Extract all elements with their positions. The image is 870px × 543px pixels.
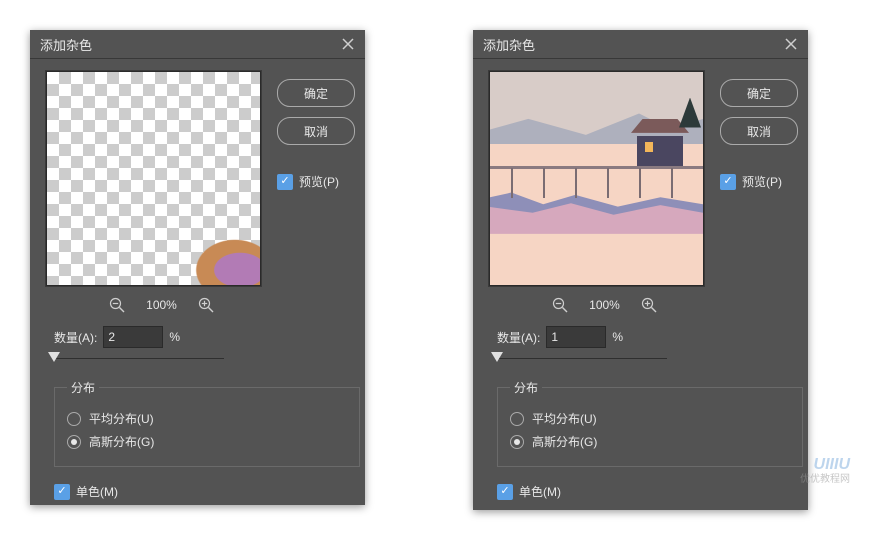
mono-checkbox[interactable] [54,484,70,500]
add-noise-dialog-left: 添加杂色 100% 确定 取消 [30,30,365,505]
amount-unit: % [169,330,180,344]
preview-image [46,71,261,286]
mono-checkbox[interactable] [497,484,513,500]
amount-unit: % [612,330,623,344]
radio-uniform-label: 平均分布(U) [89,410,154,427]
zoom-out-icon[interactable] [551,296,569,314]
radio-icon [67,412,81,426]
amount-input[interactable] [103,326,163,348]
radio-uniform[interactable]: 平均分布(U) [510,410,790,427]
distribution-legend: 分布 [67,379,99,396]
amount-slider[interactable] [497,358,667,359]
radio-icon [510,412,524,426]
watermark: UIIIU 优优教程网 [800,456,850,485]
radio-icon [67,435,81,449]
amount-label: 数量(A): [54,329,97,346]
slider-thumb-icon[interactable] [48,352,60,362]
preview-checkbox-label: 预览(P) [299,173,339,190]
radio-uniform[interactable]: 平均分布(U) [67,410,347,427]
distribution-legend: 分布 [510,379,542,396]
zoom-out-icon[interactable] [108,296,126,314]
radio-uniform-label: 平均分布(U) [532,410,597,427]
mono-label: 单色(M) [519,483,561,500]
distribution-group: 分布 平均分布(U) 高斯分布(G) [54,379,360,467]
amount-input[interactable] [546,326,606,348]
amount-label: 数量(A): [497,329,540,346]
add-noise-dialog-right: 添加杂色 [473,30,808,510]
dialog-title: 添加杂色 [483,35,782,54]
distribution-group: 分布 平均分布(U) 高斯分布(G) [497,379,803,467]
zoom-value: 100% [146,298,177,312]
cancel-button[interactable]: 取消 [720,117,798,145]
radio-gaussian[interactable]: 高斯分布(G) [67,433,347,450]
mono-label: 单色(M) [76,483,118,500]
radio-gaussian[interactable]: 高斯分布(G) [510,433,790,450]
close-icon[interactable] [339,35,357,53]
preview-checkbox[interactable] [277,174,293,190]
titlebar: 添加杂色 [30,30,365,59]
zoom-in-icon[interactable] [197,296,215,314]
preview-checkbox-label: 预览(P) [742,173,782,190]
titlebar: 添加杂色 [473,30,808,59]
slider-thumb-icon[interactable] [491,352,503,362]
zoom-in-icon[interactable] [640,296,658,314]
zoom-value: 100% [589,298,620,312]
cancel-button[interactable]: 取消 [277,117,355,145]
radio-icon [510,435,524,449]
ok-button[interactable]: 确定 [720,79,798,107]
ok-button[interactable]: 确定 [277,79,355,107]
close-icon[interactable] [782,35,800,53]
radio-gaussian-label: 高斯分布(G) [89,433,154,450]
preview-image [489,71,704,286]
preview-checkbox[interactable] [720,174,736,190]
radio-gaussian-label: 高斯分布(G) [532,433,597,450]
dialog-title: 添加杂色 [40,35,339,54]
amount-slider[interactable] [54,358,224,359]
